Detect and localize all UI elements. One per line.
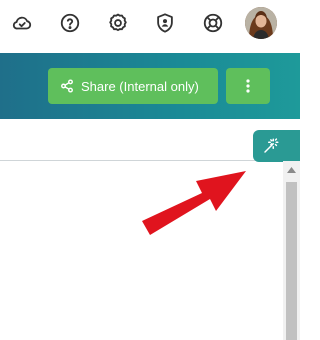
red-pointer-arrow-icon <box>142 171 246 235</box>
cloud-check-icon[interactable] <box>10 11 34 35</box>
scroll-up-arrow-icon[interactable] <box>283 167 300 177</box>
share-button[interactable]: Share (Internal only) <box>48 68 218 104</box>
top-navigation-bar <box>0 0 300 53</box>
share-button-label: Share (Internal only) <box>81 78 199 94</box>
vertical-scrollbar[interactable] <box>283 161 300 340</box>
lifebuoy-icon[interactable] <box>201 11 225 35</box>
user-avatar[interactable] <box>245 7 277 39</box>
magic-wand-tab[interactable] <box>253 130 300 162</box>
shield-user-icon[interactable] <box>153 11 177 35</box>
more-vertical-icon <box>246 79 250 93</box>
share-icon <box>61 79 73 93</box>
magic-wand-icon <box>264 138 279 153</box>
scrollbar-thumb[interactable] <box>286 182 297 340</box>
help-icon[interactable] <box>58 11 82 35</box>
more-options-button[interactable] <box>226 68 270 104</box>
settings-icon[interactable] <box>106 11 130 35</box>
